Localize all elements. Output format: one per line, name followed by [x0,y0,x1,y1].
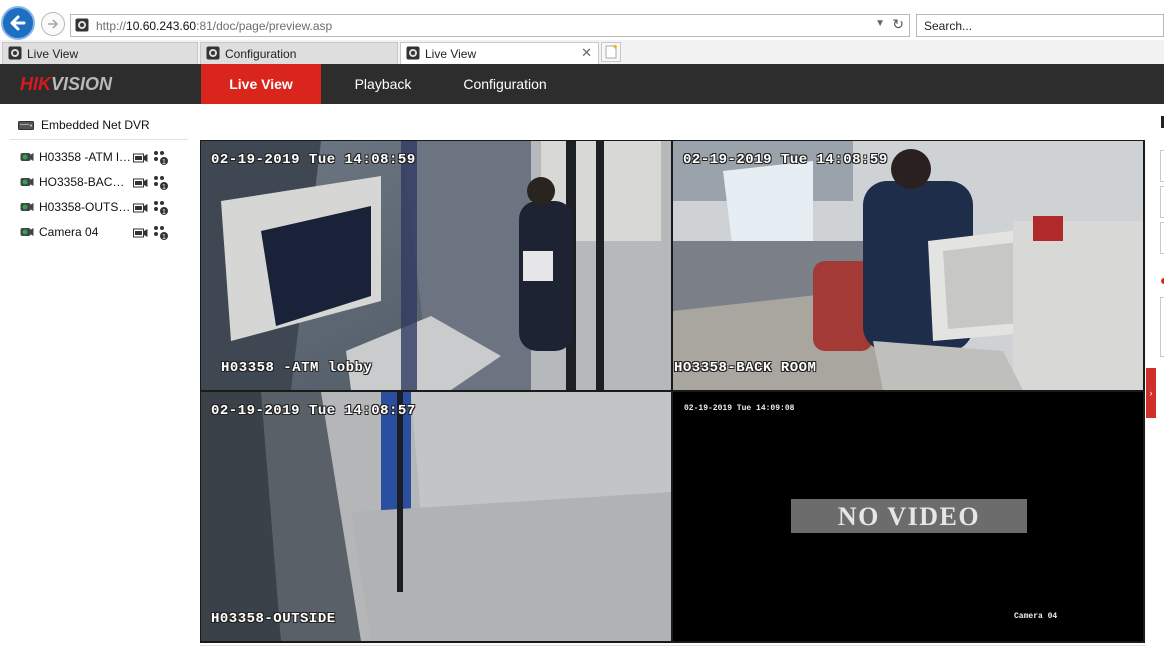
record-icon[interactable] [133,152,148,164]
dvr-device-icon [18,121,34,130]
osd-camera-name: H03358-OUTSIDE [211,611,336,627]
site-favicon-icon [8,46,22,60]
address-bar[interactable]: http://10.60.243.60:81/doc/page/preview.… [70,14,910,37]
osd-timestamp: 02-19-2019 Tue 14:09:08 [684,404,795,413]
browser-nav-bar: http://10.60.243.60:81/doc/page/preview.… [0,0,1164,40]
live-video-grid: 02-19-2019 Tue 14:08:59 H03358 -ATM lobb… [200,140,1145,643]
app-header: HIKVISION Live View Playback Configurati… [0,64,1164,104]
record-icon[interactable] [133,227,148,239]
tab-label: Live View [27,47,79,61]
search-input[interactable]: Search... [916,14,1164,37]
expand-panel-icon[interactable]: › [1146,368,1156,418]
menu-playback[interactable]: Playback [334,64,432,104]
camera-label: H03358-OUTSIDE [39,200,131,214]
camera-feed-image [673,141,1143,390]
panel-button[interactable] [1160,297,1164,357]
refresh-icon[interactable]: ↻ [892,16,904,33]
camera-feed-image [201,141,671,390]
panel-button[interactable] [1160,186,1164,218]
hikvision-logo: HIKVISION [20,74,113,94]
ptz-control-icon[interactable]: 1 [153,150,169,166]
camera-icon [20,203,34,211]
browser-tab-strip: Live View Configuration Live View ✕ [0,40,1164,65]
osd-timestamp: 02-19-2019 Tue 14:08:59 [211,152,416,168]
ptz-control-icon[interactable]: 1 [153,200,169,216]
svg-text:1: 1 [162,234,166,241]
back-button[interactable] [1,6,35,40]
no-video-banner: NO VIDEO [791,499,1027,533]
close-tab-icon[interactable]: ✕ [581,45,592,61]
camera-icon [20,178,34,186]
record-icon[interactable] [133,202,148,214]
record-icon[interactable] [133,177,148,189]
osd-camera-name: H03358 -ATM lobby [221,360,373,376]
ptz-control-icon[interactable]: 1 [153,225,169,241]
new-tab-icon [605,44,618,59]
svg-text:1: 1 [162,209,166,216]
divider [10,139,188,140]
site-favicon-icon [406,46,420,60]
panel-button[interactable] [1160,150,1164,182]
video-tile-outside[interactable]: 02-19-2019 Tue 14:08:57 H03358-OUTSIDE [201,392,671,641]
camera-list-item[interactable]: H03358 -ATM lobby 1 [20,149,180,167]
video-tile-atm-lobby[interactable]: 02-19-2019 Tue 14:08:59 H03358 -ATM lobb… [201,141,671,390]
divider [200,645,1145,646]
site-favicon-icon [75,18,89,32]
address-dropdown-icon[interactable]: ▼ [875,18,885,29]
new-tab-button[interactable] [601,42,621,62]
camera-label: Camera 04 [39,225,99,239]
camera-list-item[interactable]: HO3358-BACK ROOM 1 [20,174,180,192]
back-arrow-icon [10,15,26,31]
panel-button[interactable] [1160,222,1164,254]
video-tile-camera-04[interactable]: 02-19-2019 Tue 14:09:08 NO VIDEO Camera … [673,392,1143,641]
device-name: Embedded Net DVR [41,118,150,132]
site-favicon-icon [206,46,220,60]
osd-timestamp: 02-19-2019 Tue 14:08:59 [683,152,888,168]
menu-configuration[interactable]: Configuration [448,64,562,104]
forward-button[interactable] [41,12,65,36]
ptz-control-icon[interactable]: 1 [153,175,169,191]
tab-live-view-active[interactable]: Live View ✕ [400,42,599,64]
svg-text:1: 1 [162,159,166,166]
menu-live-view[interactable]: Live View [201,64,321,104]
tab-label: Live View [425,47,477,61]
osd-timestamp: 02-19-2019 Tue 14:08:57 [211,403,416,419]
camera-list-item[interactable]: Camera 04 1 [20,224,180,242]
forward-arrow-icon [48,19,59,29]
osd-camera-name: Camera 04 [1014,612,1058,621]
camera-label: HO3358-BACK ROOM [39,175,131,189]
url-text: http://10.60.243.60:81/doc/page/preview.… [96,19,333,33]
tab-configuration[interactable]: Configuration [200,42,398,64]
camera-label: H03358 -ATM lobby [39,150,131,164]
tab-live-view-1[interactable]: Live View [2,42,198,64]
svg-text:1: 1 [162,184,166,191]
camera-icon [20,153,34,161]
tab-label: Configuration [225,47,297,61]
osd-camera-name: HO3358-BACK ROOM [674,360,817,376]
camera-icon [20,228,34,236]
camera-feed-image [201,392,671,641]
video-tile-back-room[interactable]: 02-19-2019 Tue 14:08:59 HO3358-BACK ROOM [673,141,1143,390]
camera-list-item[interactable]: H03358-OUTSIDE 1 [20,199,180,217]
